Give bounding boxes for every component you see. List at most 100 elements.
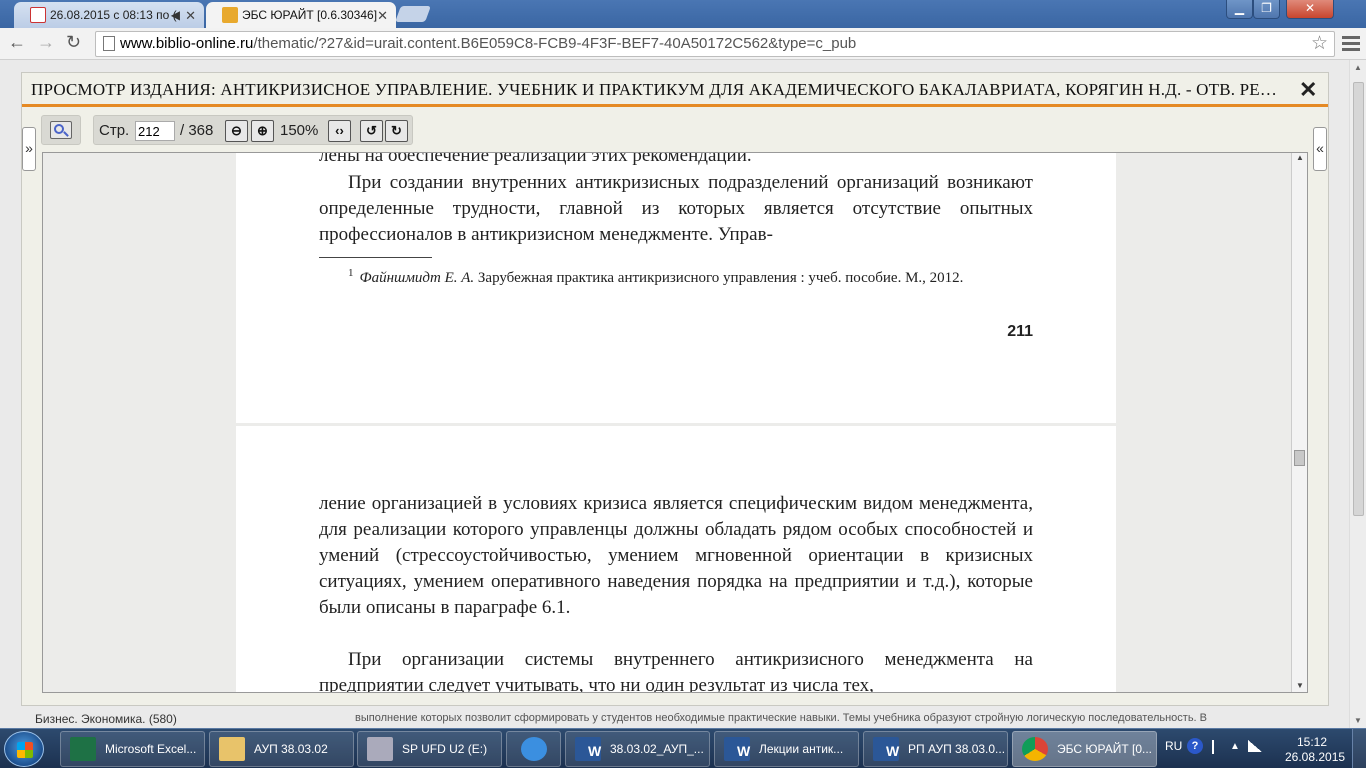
taskbar-label: Microsoft Excel... bbox=[105, 742, 197, 756]
page-navigation-toolbar: Стр. / 368 ⊖ ⊕ 150% ‹› ↺ ↻ bbox=[93, 115, 413, 145]
scroll-thumb[interactable] bbox=[1353, 82, 1364, 516]
rotate-right-icon[interactable]: ↻ bbox=[385, 120, 408, 142]
taskbar-label: РП АУП 38.03.0... bbox=[908, 742, 1006, 756]
taskbar: Microsoft Excel... АУП 38.03.02 SP UFD U… bbox=[0, 728, 1366, 768]
address-bar[interactable]: www.biblio-online.ru/thematic/?27&id=ura… bbox=[95, 31, 1335, 57]
footnote-text: Зарубежная практика антикризисного управ… bbox=[477, 270, 964, 286]
viewer-scrollbar[interactable]: ▲ ▼ bbox=[1291, 153, 1307, 692]
page-total: / 368 bbox=[180, 122, 214, 139]
new-tab-button[interactable] bbox=[395, 6, 431, 22]
taskbar-item-word[interactable]: W РП АУП 38.03.0... bbox=[863, 731, 1008, 767]
internet-explorer-icon bbox=[521, 737, 547, 761]
word-icon: W bbox=[724, 737, 750, 761]
taskbar-item-folder[interactable]: АУП 38.03.02 bbox=[209, 731, 354, 767]
restore-button[interactable]: ❐ bbox=[1253, 0, 1280, 19]
show-hidden-icons-icon[interactable]: ▲ bbox=[1230, 741, 1240, 752]
scroll-down-icon[interactable]: ▼ bbox=[1296, 681, 1304, 690]
viewer-header: ПРОСМОТР ИЗДАНИЯ: АНТИКРИЗИСНОЕ УПРАВЛЕН… bbox=[22, 73, 1328, 107]
document-page: ление организацией в условиях кризиса яв… bbox=[236, 426, 1116, 693]
footnote: 1 Файншмидт Е. А. Зарубежная практика ант… bbox=[319, 263, 1033, 288]
taskbar-item-ie[interactable] bbox=[506, 731, 561, 767]
page-number-input[interactable] bbox=[135, 121, 175, 141]
show-desktop-button[interactable] bbox=[1352, 729, 1366, 768]
clock-time[interactable]: 15:12 bbox=[1297, 735, 1327, 749]
reload-icon[interactable]: ↻ bbox=[66, 32, 81, 53]
tab-close-icon[interactable]: ✕ bbox=[377, 5, 388, 27]
zoom-in-icon[interactable]: ⊕ bbox=[251, 120, 274, 142]
tab-label: 26.08.2015 с 08:13 по ( bbox=[50, 8, 177, 22]
tab-inactive[interactable]: 26.08.2015 с 08:13 по ( ◀ ✕ bbox=[14, 2, 204, 28]
taskbar-item-drive[interactable]: SP UFD U2 (E:) bbox=[357, 731, 502, 767]
word-icon: W bbox=[873, 737, 899, 761]
rotate-left-icon[interactable]: ↺ bbox=[360, 120, 383, 142]
clock-date[interactable]: 26.08.2015 bbox=[1285, 750, 1345, 764]
scroll-thumb[interactable] bbox=[1294, 450, 1305, 466]
taskbar-label: ЭБС ЮРАЙТ [0... bbox=[1057, 742, 1152, 756]
word-icon: W bbox=[575, 737, 601, 761]
paragraph: При создании внутренних антикризисных по… bbox=[319, 172, 1033, 245]
zoom-out-icon[interactable]: ⊖ bbox=[225, 120, 248, 142]
taskbar-label: Лекции антик... bbox=[759, 742, 844, 756]
page-icon bbox=[103, 36, 115, 51]
taskbar-label: SP UFD U2 (E:) bbox=[402, 742, 488, 756]
paragraph: При организации системы внутреннего анти… bbox=[319, 649, 1033, 693]
tab-active[interactable]: ЭБС ЮРАЙТ [0.6.30346] ✕ bbox=[206, 2, 396, 28]
url-host: www.biblio-online.ru bbox=[120, 35, 254, 52]
windows-logo-icon bbox=[17, 742, 33, 758]
folder-icon bbox=[219, 737, 245, 761]
zoom-level: 150% bbox=[280, 122, 319, 139]
web-page: ▲ ▼ Бизнес. Экономика. (580) выполнение … bbox=[0, 60, 1366, 728]
star-icon[interactable]: ☆ bbox=[1311, 32, 1328, 55]
forward-arrow-icon[interactable]: → bbox=[37, 32, 55, 53]
action-center-icon[interactable] bbox=[1212, 740, 1222, 754]
tab-label: ЭБС ЮРАЙТ [0.6.30346] bbox=[242, 8, 378, 22]
browser-toolbar: ← → ↻ www.biblio-online.ru/thematic/?27&… bbox=[0, 28, 1366, 60]
taskbar-item-excel[interactable]: Microsoft Excel... bbox=[60, 731, 205, 767]
window-close-button[interactable]: ✕ bbox=[1286, 0, 1334, 19]
expand-left-panel-button[interactable]: » bbox=[22, 127, 36, 171]
document-page: лены на обеспечение реализации этих реко… bbox=[236, 152, 1116, 423]
tab-favicon-icon bbox=[30, 7, 46, 23]
document-viewport[interactable]: лены на обеспечение реализации этих реко… bbox=[42, 152, 1308, 693]
background-category-text: Бизнес. Экономика. (580) bbox=[35, 712, 177, 726]
text-line: лены на обеспечение реализации этих реко… bbox=[319, 152, 752, 166]
network-icon[interactable] bbox=[1248, 740, 1262, 752]
expand-right-panel-button[interactable]: « bbox=[1313, 127, 1327, 171]
tab-close-icon[interactable]: ✕ bbox=[185, 5, 196, 27]
browser-titlebar: 26.08.2015 с 08:13 по ( ◀ ✕ ЭБС ЮРАЙТ [0… bbox=[0, 0, 1366, 28]
footnote-mark: 1 bbox=[348, 267, 354, 279]
page-number: 211 bbox=[1007, 323, 1033, 340]
close-icon[interactable]: ✕ bbox=[1299, 77, 1317, 103]
usb-drive-icon bbox=[367, 737, 393, 761]
paragraph: ление организацией в условиях кризиса яв… bbox=[319, 493, 1033, 618]
search-toolbar bbox=[41, 115, 81, 145]
chrome-icon bbox=[1022, 737, 1048, 761]
page-label: Стр. bbox=[99, 122, 130, 139]
back-arrow-icon[interactable]: ← bbox=[8, 32, 26, 53]
footnote-divider bbox=[319, 257, 432, 258]
excel-icon bbox=[70, 737, 96, 761]
taskbar-item-chrome[interactable]: ЭБС ЮРАЙТ [0... bbox=[1012, 731, 1157, 767]
taskbar-label: 38.03.02_АУП_... bbox=[610, 742, 704, 756]
scroll-down-icon[interactable]: ▼ bbox=[1354, 716, 1362, 725]
minimize-button[interactable]: ▁ bbox=[1226, 0, 1253, 19]
book-viewer-dialog: ПРОСМОТР ИЗДАНИЯ: АНТИКРИЗИСНОЕ УПРАВЛЕН… bbox=[21, 72, 1329, 706]
scroll-up-icon[interactable]: ▲ bbox=[1296, 153, 1304, 162]
language-indicator[interactable]: RU bbox=[1165, 739, 1182, 753]
taskbar-item-word[interactable]: W Лекции антик... bbox=[714, 731, 859, 767]
footnote-author: Файншмидт Е. А. bbox=[359, 270, 475, 286]
viewer-title: ПРОСМОТР ИЗДАНИЯ: АНТИКРИЗИСНОЕ УПРАВЛЕН… bbox=[31, 80, 1281, 99]
background-description-text: выполнение которых позволит сформировать… bbox=[355, 712, 1208, 724]
help-icon[interactable]: ? bbox=[1187, 738, 1203, 754]
start-button[interactable] bbox=[4, 731, 44, 767]
fit-width-icon[interactable]: ‹› bbox=[328, 120, 351, 142]
scroll-up-icon[interactable]: ▲ bbox=[1354, 63, 1362, 72]
url-path: /thematic/?27&id=urait.content.B6E059C8-… bbox=[253, 35, 857, 52]
page-scrollbar[interactable]: ▲ ▼ bbox=[1349, 60, 1366, 728]
search-icon[interactable] bbox=[50, 121, 72, 139]
taskbar-label: АУП 38.03.02 bbox=[254, 742, 328, 756]
speaker-icon[interactable]: ◀ bbox=[171, 4, 180, 26]
menu-icon[interactable] bbox=[1342, 33, 1360, 54]
tab-favicon-icon bbox=[222, 7, 238, 23]
taskbar-item-word[interactable]: W 38.03.02_АУП_... bbox=[565, 731, 710, 767]
